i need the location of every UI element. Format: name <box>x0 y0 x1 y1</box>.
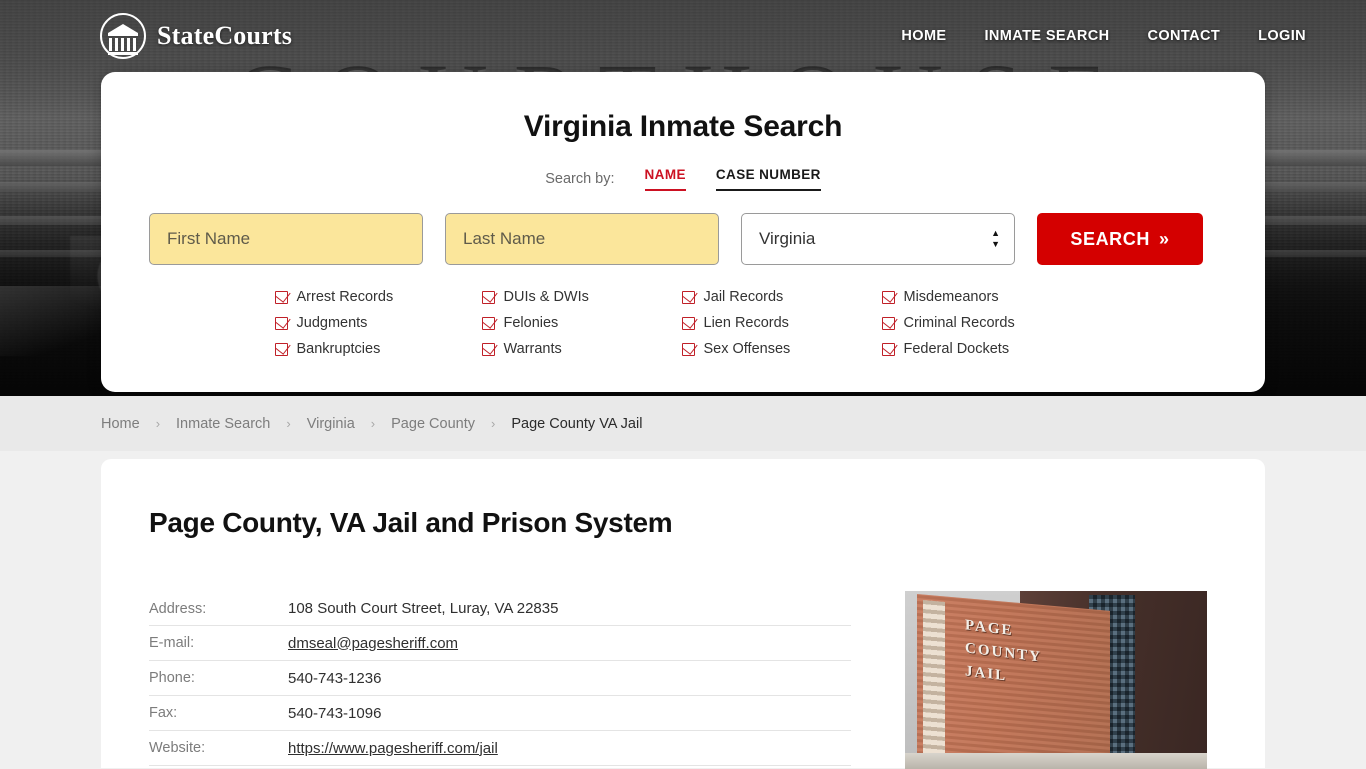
main-content-card: Page County, VA Jail and Prison System A… <box>101 459 1265 769</box>
hero-section: COURTHOUSE StateCourts HOME INMATE SEARC… <box>0 0 1366 396</box>
inmate-search-card: Virginia Inmate Search Search by: NAME C… <box>101 72 1265 392</box>
email-link[interactable]: dmseal@pagesheriff.com <box>288 635 458 652</box>
first-name-input[interactable] <box>149 213 423 265</box>
checkbox-checked-icon <box>274 316 288 330</box>
state-select-value: Virginia <box>759 229 816 248</box>
courthouse-logo-icon <box>100 13 146 59</box>
search-fields-row: Virginia ▲▼ SEARCH » <box>149 213 1217 265</box>
record-type-label: Sex Offenses <box>703 341 791 357</box>
chevron-updown-icon: ▲ ▼ <box>991 228 1000 249</box>
jail-building-photo: PAGE COUNTY JAIL <box>905 591 1207 769</box>
chevron-right-icon: › <box>286 416 291 431</box>
search-button[interactable]: SEARCH » <box>1037 213 1203 265</box>
table-row: E-mail: dmseal@pagesheriff.com <box>149 626 851 661</box>
record-type-label: DUIs & DWIs <box>503 289 589 305</box>
record-type-item: Lien Records <box>681 315 882 331</box>
info-value-fax: 540-743-1096 <box>288 704 382 722</box>
table-row: Website: https://www.pagesheriff.com/jai… <box>149 731 851 766</box>
site-header: StateCourts HOME INMATE SEARCH CONTACT L… <box>0 0 1366 72</box>
search-button-label: SEARCH <box>1070 228 1150 249</box>
nav-item-inmate-search[interactable]: INMATE SEARCH <box>985 28 1110 44</box>
record-type-label: Lien Records <box>703 315 789 331</box>
chevron-right-icon: › <box>370 416 376 431</box>
table-row: Address: 108 South Court Street, Luray, … <box>149 591 851 626</box>
record-type-label: Judgments <box>296 315 368 331</box>
record-type-item: Jail Records <box>681 289 882 305</box>
record-type-item: Bankruptcies <box>274 341 482 357</box>
record-type-item: Criminal Records <box>881 315 1092 331</box>
table-row: Phone: 540-743-1236 <box>149 661 851 696</box>
page-title: Page County, VA Jail and Prison System <box>149 507 673 538</box>
search-by-label: Search by: <box>545 171 615 187</box>
checkbox-checked-icon <box>481 316 495 330</box>
nav-item-login[interactable]: LOGIN <box>1258 28 1306 44</box>
record-type-label: Arrest Records <box>296 289 394 305</box>
search-by-row: Search by: NAME CASE NUMBER <box>149 167 1217 191</box>
checkbox-checked-icon <box>881 316 895 330</box>
info-value-phone: 540-743-1236 <box>288 669 382 687</box>
checkbox-checked-icon <box>881 342 895 356</box>
last-name-input[interactable] <box>445 213 719 265</box>
chevron-right-icon: › <box>155 416 161 431</box>
record-types-grid: Arrest Records DUIs & DWIs Jail Records … <box>149 289 1217 357</box>
checkbox-checked-icon <box>481 342 495 356</box>
record-type-label: Misdemeanors <box>903 289 999 305</box>
tab-case-number[interactable]: CASE NUMBER <box>715 167 821 191</box>
record-type-item: DUIs & DWIs <box>481 289 682 305</box>
search-panel-title: Virginia Inmate Search <box>523 110 843 143</box>
checkbox-checked-icon <box>481 290 495 304</box>
info-label-phone: Phone: <box>149 670 195 686</box>
jail-building-signage: PAGE COUNTY JAIL <box>965 617 1043 685</box>
record-type-item: Arrest Records <box>274 289 482 305</box>
record-type-item: Misdemeanors <box>881 289 1092 305</box>
checkbox-checked-icon <box>681 342 695 356</box>
record-type-label: Bankruptcies <box>296 341 381 357</box>
info-label-address: Address: <box>149 600 207 617</box>
breadcrumb: Home › Inmate Search › Virginia › Page C… <box>0 396 1366 451</box>
info-value-address: 108 South Court Street, Luray, VA 22835 <box>288 600 559 617</box>
double-chevron-right-icon: » <box>1158 228 1170 249</box>
facility-info-wrapper: Address: 108 South Court Street, Luray, … <box>149 591 1217 769</box>
info-label-website: Website: <box>149 740 206 756</box>
checkbox-checked-icon <box>681 316 695 330</box>
breadcrumb-item-inmate-search[interactable]: Inmate Search <box>176 416 270 432</box>
info-label-fax: Fax: <box>149 705 178 721</box>
breadcrumb-item-virginia[interactable]: Virginia <box>307 416 355 432</box>
brand-name: StateCourts <box>157 21 293 50</box>
record-type-label: Criminal Records <box>903 315 1015 331</box>
checkbox-checked-icon <box>274 342 288 356</box>
breadcrumb-item-home[interactable]: Home <box>101 416 140 432</box>
facility-info-table: Address: 108 South Court Street, Luray, … <box>149 591 851 769</box>
tab-name[interactable]: NAME <box>644 167 686 191</box>
website-link[interactable]: https://www.pagesheriff.com/jail <box>288 740 498 757</box>
record-type-label: Felonies <box>503 315 559 331</box>
record-type-item: Warrants <box>481 341 682 357</box>
record-type-item: Sex Offenses <box>681 341 882 357</box>
brand-logo-link[interactable]: StateCourts <box>100 13 292 59</box>
checkbox-checked-icon <box>881 290 895 304</box>
main-navigation: HOME INMATE SEARCH CONTACT LOGIN <box>901 28 1306 44</box>
nav-item-home[interactable]: HOME <box>901 28 946 44</box>
record-type-item: Felonies <box>481 315 682 331</box>
checkbox-checked-icon <box>274 290 288 304</box>
record-type-label: Warrants <box>503 341 562 357</box>
checkbox-checked-icon <box>681 290 695 304</box>
record-type-label: Federal Dockets <box>903 341 1010 357</box>
record-type-label: Jail Records <box>703 289 784 305</box>
record-type-item: Federal Dockets <box>881 341 1092 357</box>
record-type-item: Judgments <box>274 315 482 331</box>
info-label-email: E-mail: <box>149 635 195 651</box>
chevron-right-icon: › <box>490 416 496 431</box>
breadcrumb-item-current: Page County VA Jail <box>511 415 643 432</box>
breadcrumb-item-page-county[interactable]: Page County <box>391 416 475 432</box>
state-select[interactable]: Virginia ▲ ▼ <box>741 213 1015 265</box>
table-row: Fax: 540-743-1096 <box>149 696 851 731</box>
nav-item-contact[interactable]: CONTACT <box>1147 28 1220 44</box>
